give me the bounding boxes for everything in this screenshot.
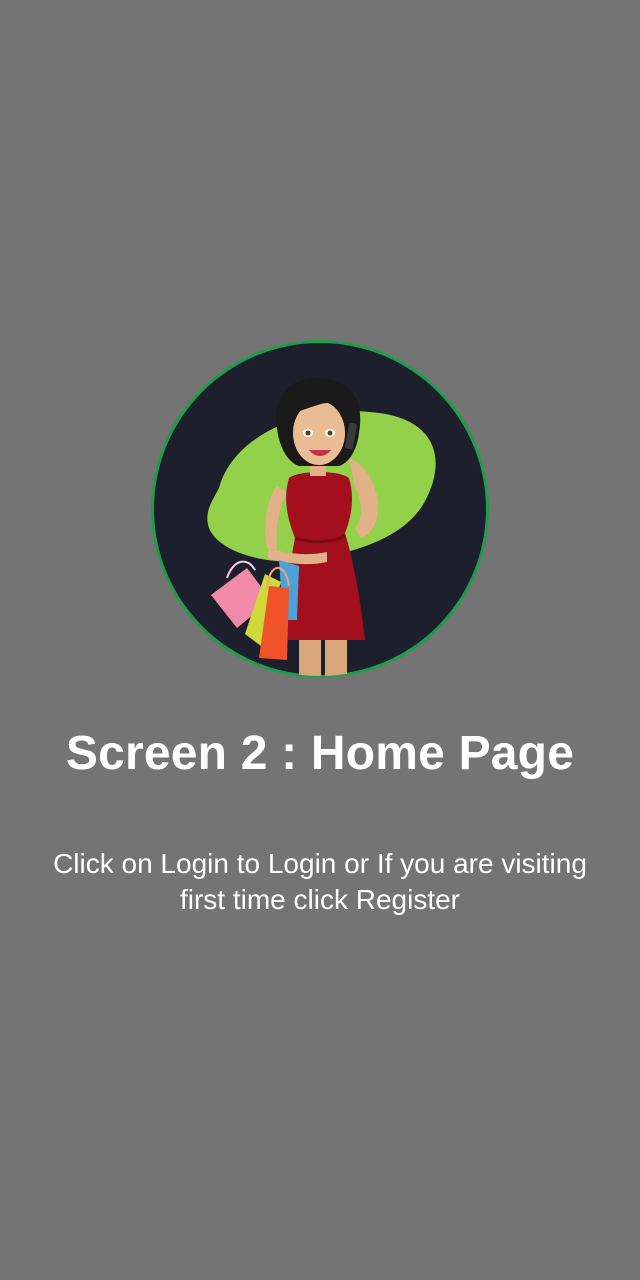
app-logo — [149, 338, 491, 680]
page-title: Screen 2 : Home Page — [65, 727, 575, 780]
instruction-text: Click on Login to Login or If you are vi… — [53, 848, 587, 915]
shopping-woman-logo-icon — [151, 340, 489, 678]
home-screen: Screen 2 : Home Page Click on Login to L… — [0, 0, 640, 1280]
